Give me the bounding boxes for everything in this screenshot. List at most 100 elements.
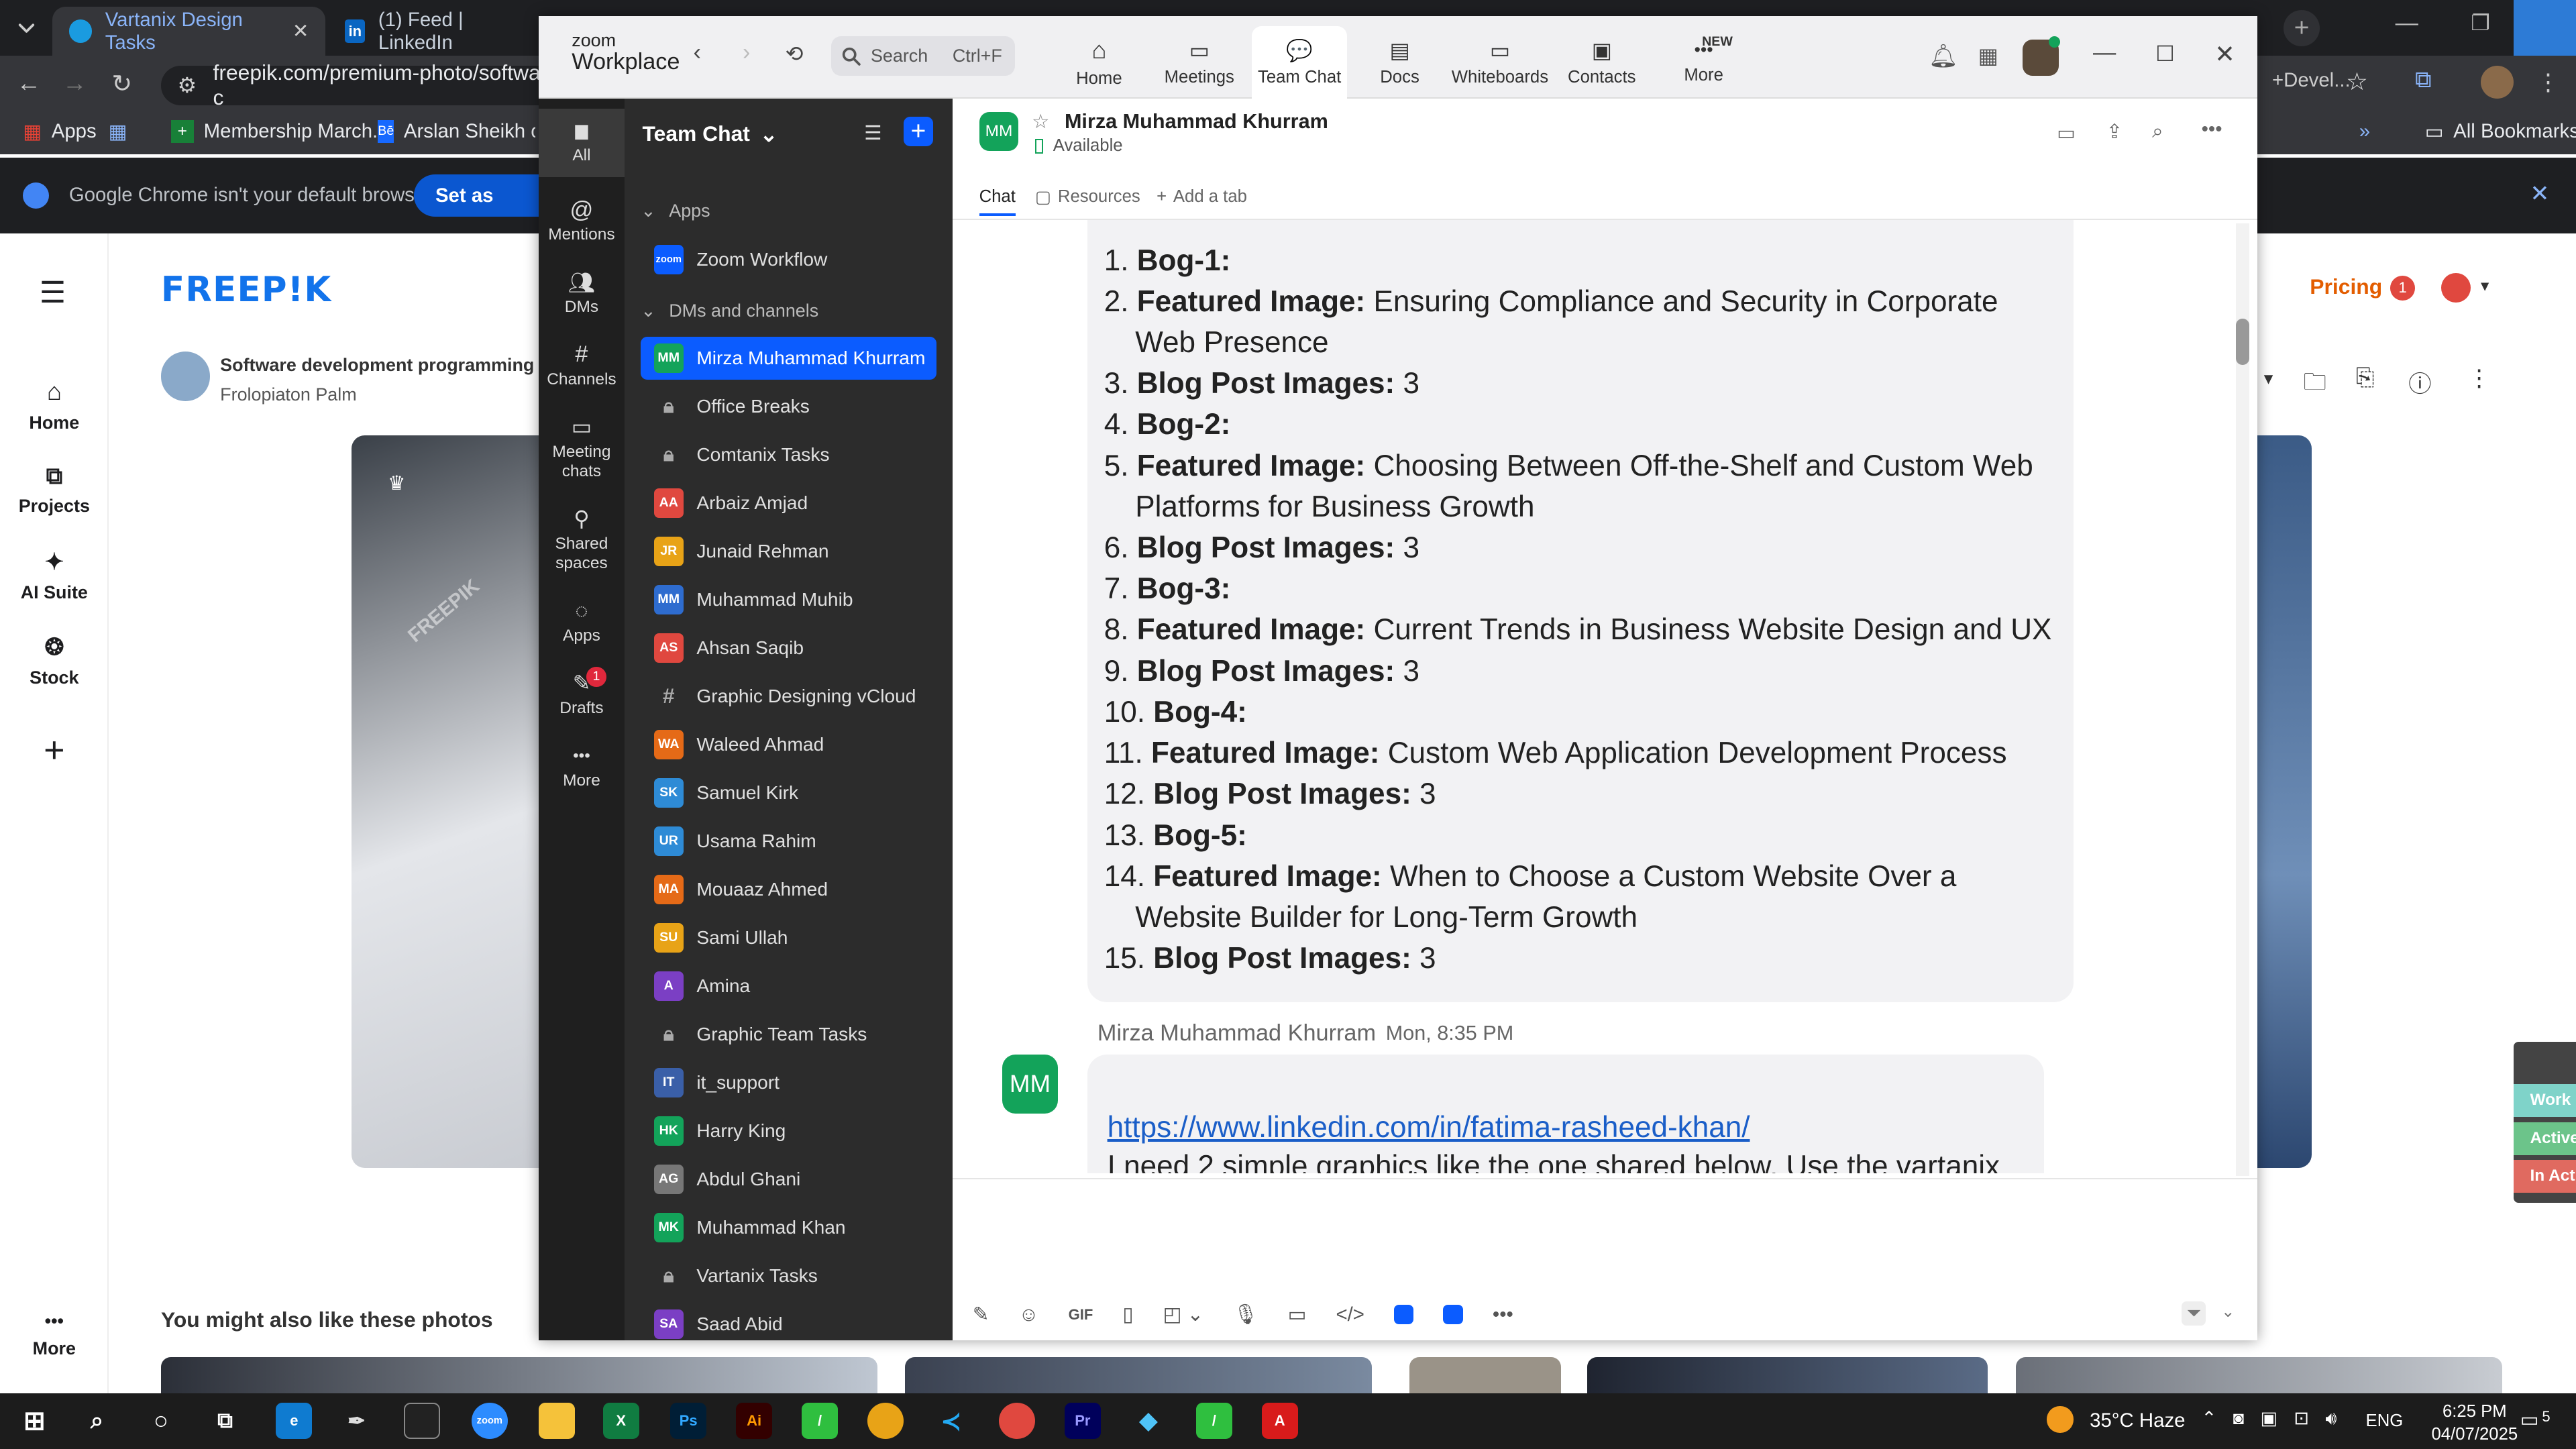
contact-item[interactable]: AG Abdul Ghani bbox=[641, 1158, 936, 1201]
file-icon[interactable]: ▯ bbox=[1122, 1303, 1133, 1326]
forward-icon[interactable]: › bbox=[743, 40, 750, 66]
contact-item[interactable]: SA Saad Abid bbox=[641, 1303, 936, 1340]
contact-item[interactable]: AS Ahsan Saqib bbox=[641, 627, 936, 669]
tab-linkedin[interactable]: in (1) Feed | LinkedIn bbox=[329, 7, 539, 56]
bell-icon[interactable]: 🔔︎ bbox=[1929, 43, 1958, 70]
file-explorer-icon[interactable] bbox=[539, 1403, 576, 1440]
chevron-down-icon[interactable]: ▾ bbox=[2481, 276, 2489, 296]
mic-icon[interactable]: 🎙︎ bbox=[1233, 1303, 1258, 1326]
thumbnail[interactable] bbox=[1587, 1356, 1988, 1393]
folder-icon[interactable]: 🗀 bbox=[2303, 365, 2326, 405]
thumbnail[interactable] bbox=[905, 1356, 1372, 1393]
video-icon[interactable]: ▭ bbox=[2057, 121, 2076, 145]
search-icon[interactable]: ⌕ bbox=[2152, 120, 2163, 143]
grid-icon[interactable]: ▦ bbox=[109, 120, 127, 144]
terminal-icon[interactable] bbox=[404, 1403, 441, 1440]
rail-meeting-chats[interactable]: ▭ Meeting chats bbox=[539, 416, 624, 482]
contact-item[interactable]: 🔒︎ Comtanix Tasks bbox=[641, 433, 936, 476]
contact-item[interactable]: IT it_support bbox=[641, 1061, 936, 1104]
bookmarks-overflow-icon[interactable]: » bbox=[2359, 120, 2370, 143]
filter-icon[interactable]: ☰ bbox=[864, 121, 881, 145]
contact-item[interactable]: 🔒︎ Graphic Team Tasks bbox=[641, 1013, 936, 1056]
chevron-up-icon[interactable]: ⌃ bbox=[2202, 1408, 2217, 1430]
forward-icon[interactable]: → bbox=[62, 69, 87, 97]
photo-preview-right[interactable] bbox=[2257, 435, 2312, 1169]
bookmark-membership[interactable]: + Membership March... bbox=[170, 119, 389, 144]
contact-item[interactable]: MK Muhammad Khan bbox=[641, 1206, 936, 1249]
rail-all[interactable]: ▆ All bbox=[539, 108, 625, 178]
back-icon[interactable]: ← bbox=[16, 69, 41, 97]
bookmark-apps[interactable]: ▦ Apps bbox=[23, 120, 96, 144]
vscode-icon[interactable]: ≺ bbox=[933, 1403, 969, 1439]
network-icon[interactable]: ⊡ bbox=[2294, 1408, 2309, 1430]
all-bookmarks[interactable]: ▭ All Bookmarks bbox=[2425, 120, 2576, 144]
volume-icon[interactable]: 🔊︎ bbox=[2325, 1408, 2337, 1430]
rail-mentions[interactable]: @ Mentions bbox=[539, 199, 624, 245]
task-view-icon[interactable]: ⧉ bbox=[207, 1403, 244, 1439]
user-avatar[interactable] bbox=[2441, 272, 2471, 303]
compose-button[interactable]: + bbox=[903, 116, 934, 146]
screenshot-icon[interactable]: ◰ ⌄ bbox=[1163, 1303, 1204, 1326]
nav-meetings[interactable]: ▭ Meetings bbox=[1148, 26, 1250, 99]
photoshop-icon[interactable]: Ps bbox=[670, 1403, 707, 1440]
nav-team-chat[interactable]: 💬 Team Chat bbox=[1252, 26, 1348, 99]
notifications-button[interactable]: ▭ 5 bbox=[2520, 1408, 2551, 1432]
contact-item[interactable]: MM Mirza Muhammad Khurram bbox=[641, 337, 936, 380]
pricing-link[interactable]: Pricing bbox=[2310, 274, 2382, 299]
contact-item[interactable]: SU Sami Ullah bbox=[641, 916, 936, 959]
rail-dms[interactable]: 👥︎ DMs bbox=[539, 272, 624, 317]
pen-icon[interactable]: ✒ bbox=[338, 1403, 374, 1439]
weather-text[interactable]: 35°C Haze bbox=[2090, 1409, 2185, 1432]
rail-drafts[interactable]: ✎ Drafts bbox=[539, 672, 624, 718]
green-app-icon[interactable]: / bbox=[1195, 1403, 1232, 1440]
nav-projects[interactable]: ⧉ Projects bbox=[0, 464, 109, 517]
author-avatar[interactable] bbox=[161, 352, 211, 401]
contact-item[interactable]: HK Harry King bbox=[641, 1110, 936, 1152]
message-link[interactable]: https://www.linkedin.com/in/fatima-rashe… bbox=[1108, 1111, 1750, 1144]
bookmark-overflow[interactable]: +Devel... bbox=[2272, 69, 2351, 92]
contact-item[interactable]: 🔒︎ Office Breaks bbox=[641, 385, 936, 428]
search-box[interactable]: Search Ctrl+F bbox=[831, 36, 1016, 76]
section-apps[interactable]: ⌄ Apps bbox=[641, 201, 710, 221]
close-icon[interactable]: ✕ bbox=[2214, 40, 2235, 68]
contact-item[interactable]: AA Arbaiz Amjad bbox=[641, 482, 936, 525]
menu-icon[interactable]: ⋮ bbox=[2536, 69, 2559, 96]
gif-icon[interactable]: GIF bbox=[1069, 1306, 1093, 1324]
rail-shared-spaces[interactable]: ⚲ Shared spaces bbox=[539, 508, 624, 574]
thumbnail[interactable] bbox=[161, 1356, 877, 1393]
contact-item[interactable]: JR Junaid Rehman bbox=[641, 530, 936, 573]
more-icon[interactable]: ••• bbox=[1493, 1303, 1513, 1326]
tab-vartanix[interactable]: Vartanix Design Tasks ✕ bbox=[52, 6, 325, 56]
photo-preview-left[interactable]: ♛ FREEPIK bbox=[352, 435, 539, 1169]
nav-whiteboards[interactable]: ▭ Whiteboards bbox=[1449, 26, 1551, 99]
calendar-icon[interactable]: ▦ bbox=[1978, 43, 1998, 68]
illustrator-icon[interactable]: Ai bbox=[736, 1403, 773, 1440]
display-icon[interactable]: ▣ bbox=[2260, 1408, 2277, 1430]
widget-active[interactable]: Active bbox=[2513, 1122, 2576, 1155]
acrobat-icon[interactable]: A bbox=[1261, 1403, 1298, 1440]
contact-item[interactable]: 🔒︎ Vartanix Tasks bbox=[641, 1254, 936, 1297]
minimize-icon[interactable]: — bbox=[2396, 10, 2418, 36]
edge-icon[interactable]: e bbox=[276, 1403, 313, 1440]
share-screen-icon[interactable]: ⇪ bbox=[2106, 120, 2123, 144]
contact-item[interactable]: MA Mouaaz Ahmed bbox=[641, 868, 936, 911]
chat-title[interactable]: Mirza Muhammad Khurram bbox=[1065, 110, 1328, 133]
bookmark-arslan[interactable]: Bē Arslan Sheikh on B bbox=[378, 119, 535, 144]
info-icon[interactable]: ⓘ bbox=[2408, 365, 2431, 398]
emoji-icon[interactable]: ☺ bbox=[1018, 1303, 1038, 1326]
zoom-app-icon[interactable]: zoom bbox=[471, 1403, 508, 1440]
contact-item[interactable]: A Amina bbox=[641, 965, 936, 1008]
app-icon-2[interactable] bbox=[1443, 1304, 1463, 1325]
close-icon[interactable]: ✕ bbox=[2530, 180, 2549, 207]
freepik-logo[interactable]: FREEP!K bbox=[161, 270, 331, 310]
edit-icon[interactable]: ⎘ bbox=[2356, 365, 2374, 391]
camera-icon[interactable]: ◙ bbox=[2233, 1408, 2244, 1430]
clock[interactable]: 6:25 PM 04/07/2025 bbox=[2432, 1400, 2518, 1446]
green-app-icon[interactable]: / bbox=[802, 1403, 838, 1440]
tab-add[interactable]: + Add a tab bbox=[1157, 187, 1247, 207]
nav-contacts[interactable]: ▣ Contacts bbox=[1551, 26, 1653, 99]
chrome-profile-icon[interactable] bbox=[998, 1403, 1035, 1440]
more-icon[interactable]: ⋮ bbox=[2467, 365, 2490, 392]
video-message-icon[interactable]: ▭ bbox=[1288, 1303, 1307, 1326]
site-info-icon[interactable]: ⚙ bbox=[177, 72, 197, 98]
